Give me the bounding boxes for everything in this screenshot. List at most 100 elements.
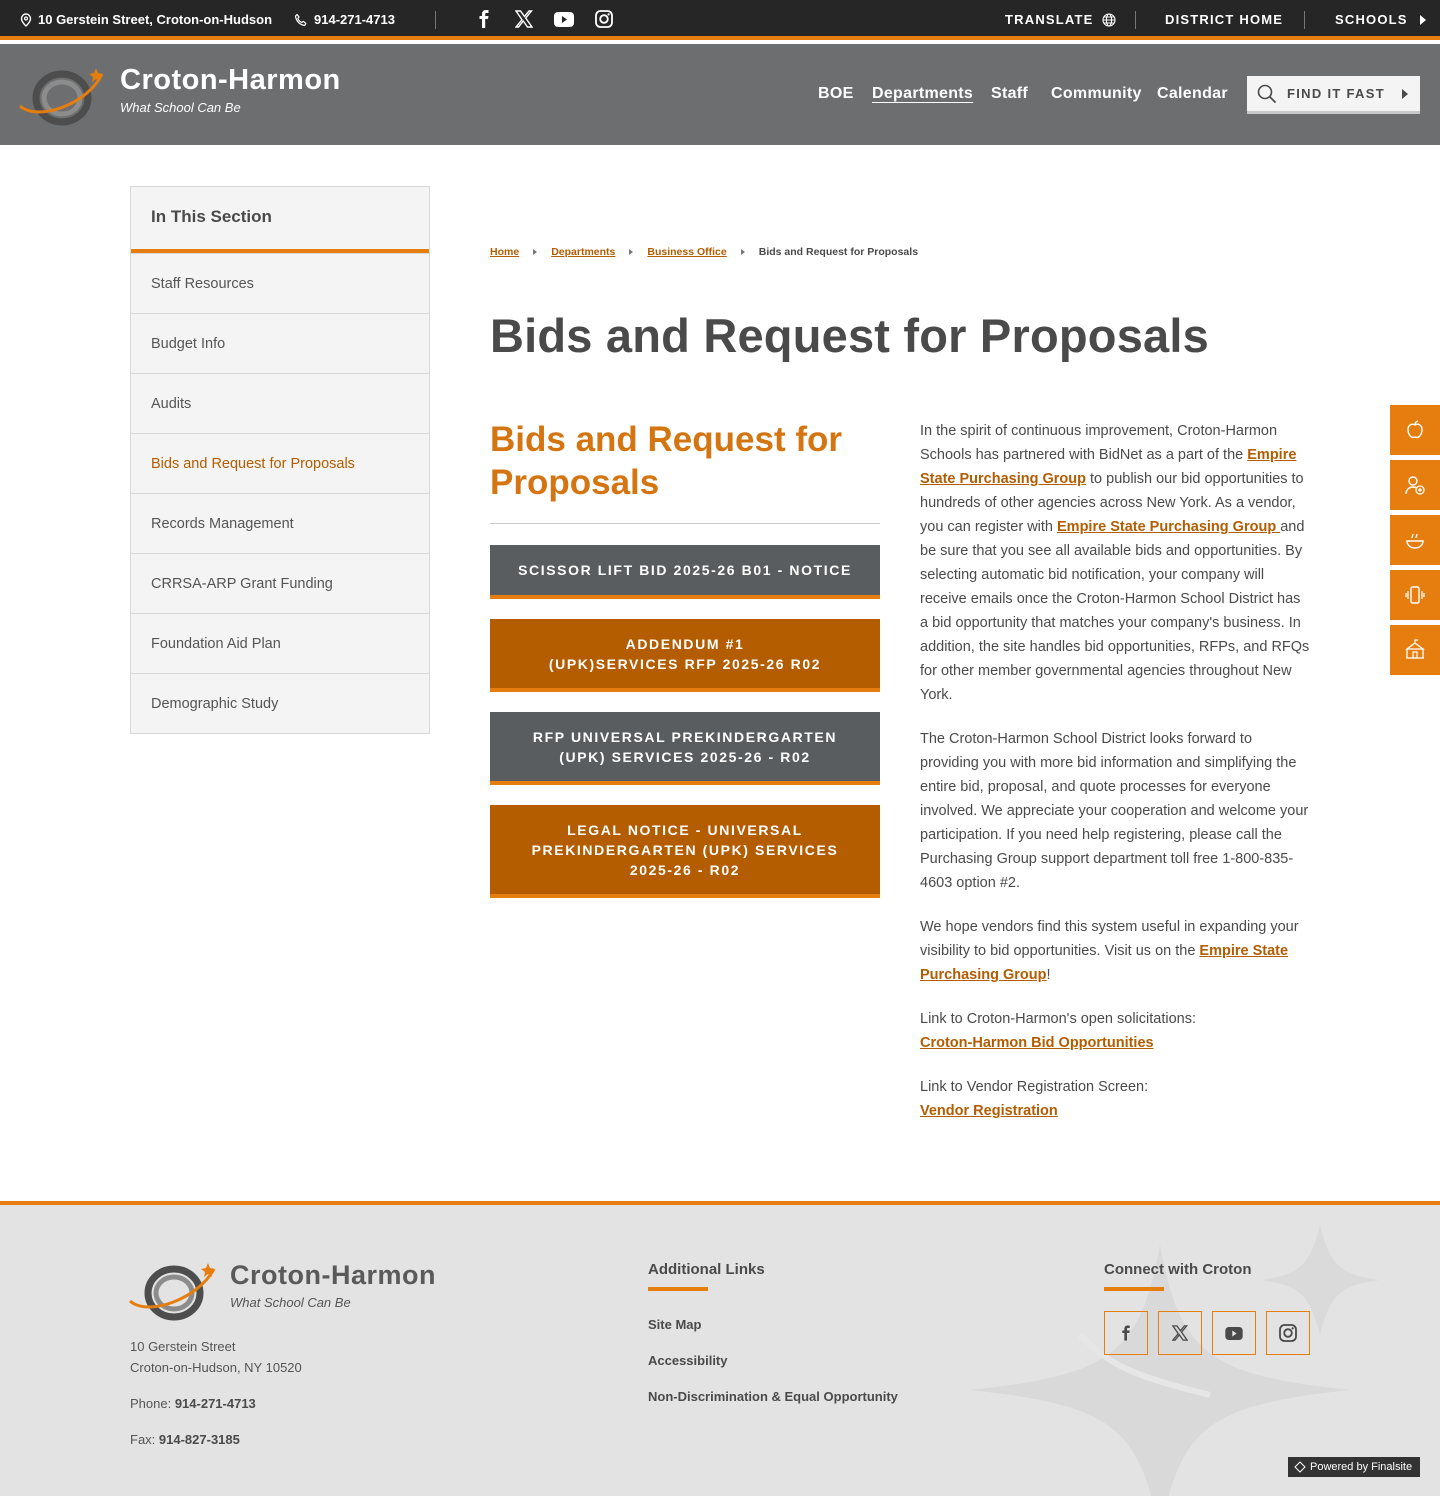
- button-label-line: 2025-26 - R02: [629, 861, 741, 878]
- addendum-upk-button[interactable]: ADDENDUM #1 (UPK)SERVICES RFP 2025-26 R0…: [490, 619, 880, 692]
- footer-phone: Phone: 914-271-4713: [130, 1396, 256, 1411]
- section-nav-item-active[interactable]: Bids and Request for Proposals: [131, 433, 429, 493]
- phone-link[interactable]: 914-271-4713: [294, 12, 395, 27]
- nav-departments[interactable]: Departments: [872, 85, 973, 103]
- x-icon[interactable]: [514, 8, 534, 30]
- footer-logo[interactable]: [128, 1259, 220, 1323]
- section-nav-item[interactable]: Staff Resources: [131, 253, 429, 313]
- caret-right-icon: [629, 249, 634, 255]
- powered-by-label: Powered by Finalsite: [1310, 1461, 1413, 1473]
- district-home-label: DISTRICT HOME: [1165, 12, 1284, 27]
- nav-calendar[interactable]: Calendar: [1157, 85, 1228, 103]
- footer-link-site-map[interactable]: Site Map: [648, 1317, 701, 1332]
- facebook-icon[interactable]: [474, 8, 494, 30]
- caret-right-icon: [1402, 89, 1408, 99]
- paragraph-text: !: [1046, 967, 1051, 983]
- empire-state-link[interactable]: Empire State Purchasing Group: [1057, 519, 1280, 535]
- breadcrumb-current: Bids and Request for Proposals: [758, 246, 919, 258]
- utility-bar: 10 Gerstein Street, Croton-on-Hudson 914…: [0, 0, 1440, 40]
- finalsite-logo-icon: [1294, 1461, 1306, 1473]
- button-label-line: SCISSOR LIFT BID 2025-26 B01 - NOTICE: [518, 562, 852, 578]
- district-logo[interactable]: [18, 64, 108, 128]
- breadcrumb-departments[interactable]: Departments: [551, 246, 615, 258]
- apple-icon[interactable]: [1390, 405, 1440, 455]
- address-link[interactable]: 10 Gerstein Street, Croton-on-Hudson: [20, 12, 272, 27]
- button-label-line: PREKINDERGARTEN (UPK) SERVICES: [531, 841, 839, 858]
- button-label-line: ADDENDUM #1: [625, 635, 745, 652]
- second-paragraph: The Croton-Harmon School District looks …: [920, 731, 1309, 891]
- instagram-icon[interactable]: [1266, 1311, 1310, 1355]
- youtube-icon[interactable]: [1212, 1311, 1256, 1355]
- vendor-registration-paragraph: Link to Vendor Registration Screen: Vend…: [920, 1075, 1312, 1123]
- footer-phone-number[interactable]: 914-271-4713: [175, 1396, 256, 1411]
- nav-community[interactable]: Community: [1051, 85, 1142, 103]
- breadcrumb-home[interactable]: Home: [490, 246, 519, 258]
- bid-opportunities-link[interactable]: Croton-Harmon Bid Opportunities: [920, 1035, 1154, 1051]
- divider: [490, 523, 880, 524]
- footer-brand-tagline: What School Can Be: [230, 1295, 351, 1310]
- footer-address-line: Croton-on-Hudson, NY 10520: [130, 1360, 302, 1375]
- brand-name[interactable]: Croton-Harmon: [120, 64, 341, 97]
- footer-fax-label: Fax:: [130, 1432, 159, 1447]
- breadcrumb-business-office[interactable]: Business Office: [647, 246, 726, 258]
- search-icon: [1257, 84, 1277, 103]
- brand-tagline: What School Can Be: [120, 100, 241, 115]
- connect-heading: Connect with Croton: [1104, 1261, 1252, 1278]
- translate-button[interactable]: TRANSLATE: [1005, 12, 1116, 27]
- breadcrumb: Home Departments Business Office Bids an…: [490, 246, 918, 258]
- phone-vibrate-icon[interactable]: [1390, 570, 1440, 620]
- section-nav-heading: In This Section: [131, 187, 429, 253]
- site-footer: Croton-Harmon What School Can Be 10 Gers…: [0, 1201, 1440, 1496]
- footer-link-accessibility[interactable]: Accessibility: [648, 1353, 728, 1368]
- caret-right-icon: [533, 249, 538, 255]
- site-header: Croton-Harmon What School Can Be BOE Dep…: [0, 44, 1440, 145]
- button-label-line: LEGAL NOTICE - UNIVERSAL: [567, 821, 803, 838]
- footer-link-non-discrimination[interactable]: Non-Discrimination & Equal Opportunity: [648, 1389, 898, 1404]
- button-label-line: (UPK) SERVICES 2025-26 - R02: [559, 748, 811, 765]
- divider: [1304, 11, 1305, 29]
- paragraph-text: In the spirit of continuous improvement,…: [920, 423, 1278, 463]
- section-nav-item[interactable]: Budget Info: [131, 313, 429, 373]
- map-pin-icon: [20, 12, 32, 27]
- user-add-icon[interactable]: [1390, 460, 1440, 510]
- intro-paragraph: In the spirit of continuous improvement,…: [920, 419, 1312, 707]
- district-home-link[interactable]: DISTRICT HOME: [1165, 12, 1283, 27]
- solicitations-paragraph: Link to Croton-Harmon's open solicitatio…: [920, 1007, 1312, 1055]
- heading-underline: [648, 1287, 708, 1291]
- footer-fax-number: 914-827-3185: [158, 1432, 240, 1447]
- section-title: Bids and Request for Proposals: [490, 420, 842, 502]
- section-nav-item[interactable]: Audits: [131, 373, 429, 433]
- divider: [1135, 11, 1136, 29]
- section-nav-item[interactable]: Records Management: [131, 493, 429, 553]
- caret-right-icon: [740, 249, 745, 255]
- footer-address-line: 10 Gerstein Street: [130, 1339, 236, 1354]
- paragraph-text: and be sure that you see all available b…: [920, 519, 1310, 703]
- find-it-fast-button[interactable]: FIND IT FAST: [1247, 76, 1420, 114]
- facebook-icon[interactable]: [1104, 1311, 1148, 1355]
- section-nav-item[interactable]: CRRSA-ARP Grant Funding: [131, 553, 429, 613]
- paragraph-text: Link to Vendor Registration Screen:: [920, 1079, 1149, 1095]
- schools-label: SCHOOLS: [1335, 12, 1408, 27]
- vendor-registration-link[interactable]: Vendor Registration: [920, 1103, 1058, 1119]
- schools-menu-button[interactable]: SCHOOLS: [1335, 12, 1426, 27]
- school-icon[interactable]: [1390, 625, 1440, 675]
- page-title: Bids and Request for Proposals: [490, 309, 1209, 362]
- address-text: 10 Gerstein Street, Croton-on-Hudson: [38, 12, 273, 27]
- social-links: [474, 8, 614, 30]
- footer-phone-label: Phone:: [130, 1396, 175, 1411]
- instagram-icon[interactable]: [594, 8, 614, 30]
- rfp-upk-services-button[interactable]: RFP UNIVERSAL PREKINDERGARTEN (UPK) SERV…: [490, 712, 880, 785]
- paragraph-text: Link to Croton-Harmon's open solicitatio…: [920, 1011, 1196, 1027]
- youtube-icon[interactable]: [554, 8, 574, 30]
- x-icon[interactable]: [1158, 1311, 1202, 1355]
- section-nav-item[interactable]: Foundation Aid Plan: [131, 613, 429, 673]
- scissor-lift-bid-button[interactable]: SCISSOR LIFT BID 2025-26 B01 - NOTICE: [490, 545, 880, 599]
- food-icon[interactable]: [1390, 515, 1440, 565]
- nav-boe[interactable]: BOE: [818, 85, 854, 103]
- nav-staff[interactable]: Staff: [991, 85, 1028, 103]
- caret-right-icon: [1419, 14, 1426, 25]
- legal-notice-upk-button[interactable]: LEGAL NOTICE - UNIVERSAL PREKINDERGARTEN…: [490, 805, 880, 898]
- heading-underline: [1104, 1287, 1164, 1291]
- powered-by-finalsite[interactable]: Powered by Finalsite: [1288, 1457, 1420, 1477]
- section-nav-item[interactable]: Demographic Study: [131, 673, 429, 733]
